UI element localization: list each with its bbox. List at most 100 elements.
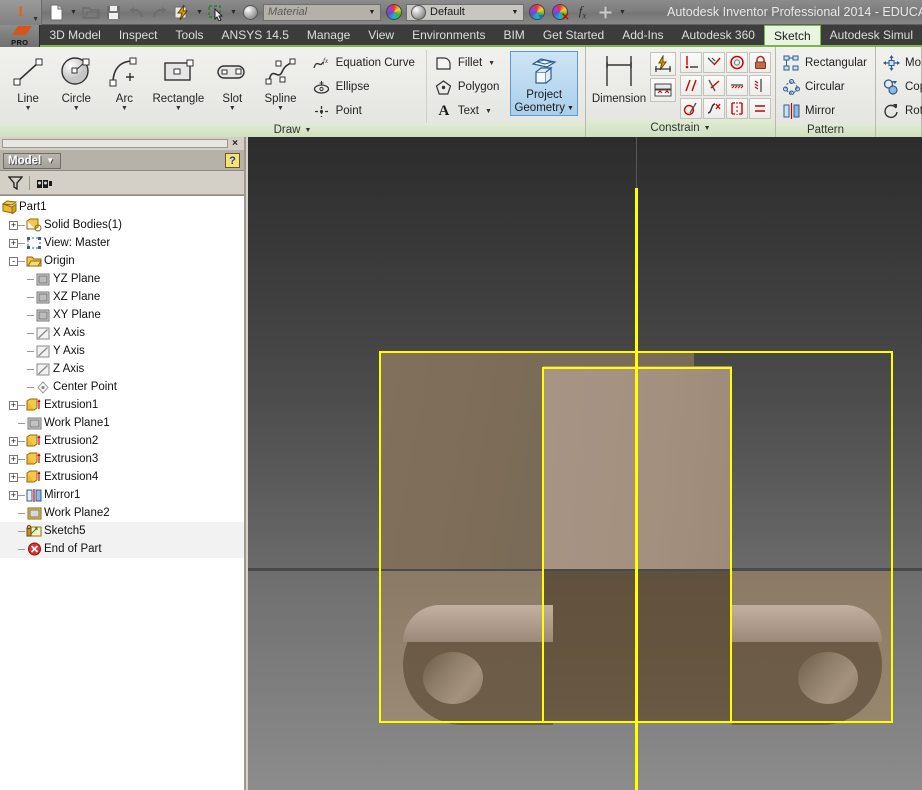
open-icon[interactable] bbox=[80, 2, 101, 23]
material-combo[interactable]: Material ▼ bbox=[263, 3, 381, 21]
tree-item-z-axis[interactable]: Z Axis bbox=[0, 360, 244, 378]
arc-button[interactable]: Arc ▼ bbox=[100, 50, 148, 112]
tab-autodesk-simul[interactable]: Autodesk Simul bbox=[821, 25, 922, 45]
tree-item-view-master[interactable]: + View: Master bbox=[0, 234, 244, 252]
tree-item-part1[interactable]: Part1 bbox=[0, 198, 244, 216]
spline-dropdown-icon[interactable]: ▼ bbox=[277, 105, 284, 112]
tree-expander-icon[interactable]: + bbox=[9, 400, 18, 410]
coincident-constraint-icon[interactable] bbox=[680, 52, 702, 73]
concentric-constraint-icon[interactable] bbox=[726, 52, 748, 73]
tab-bim[interactable]: BIM bbox=[494, 25, 533, 45]
tree-item-xz-plane[interactable]: XZ Plane bbox=[0, 288, 244, 306]
tree-item-yz-plane[interactable]: YZ Plane bbox=[0, 270, 244, 288]
equation-curve-button[interactable]: fx Equation Curve bbox=[311, 51, 420, 75]
fillet-button[interactable]: Fillet ▼ bbox=[433, 51, 505, 75]
equal-constraint-icon[interactable] bbox=[749, 98, 771, 119]
tree-item-center-point[interactable]: Center Point bbox=[0, 378, 244, 396]
tab-environments[interactable]: Environments bbox=[403, 25, 494, 45]
undo-icon[interactable] bbox=[126, 2, 147, 23]
vertical-constraint-icon[interactable] bbox=[749, 75, 771, 96]
text-dropdown-icon[interactable]: ▼ bbox=[485, 108, 492, 115]
update-icon[interactable] bbox=[172, 2, 193, 23]
fx-icon[interactable]: fx bbox=[572, 2, 593, 23]
fix-constraint-icon[interactable] bbox=[749, 52, 771, 73]
tree-item-solid-bodies-1[interactable]: + Solid Bodies(1) bbox=[0, 216, 244, 234]
chevron-down-icon[interactable]: ▼ bbox=[508, 6, 522, 19]
slot-button[interactable]: Slot ▼ bbox=[208, 50, 256, 112]
tree-item-extrusion2[interactable]: + Extrusion2 bbox=[0, 432, 244, 450]
select-dropdown-icon[interactable]: ▼ bbox=[229, 9, 238, 16]
move-button[interactable]: Mo bbox=[880, 51, 922, 75]
tree-expander-icon[interactable]: - bbox=[9, 256, 18, 266]
tab-3d-model[interactable]: 3D Model bbox=[40, 25, 109, 45]
help-icon[interactable]: ? bbox=[225, 153, 240, 168]
application-menu-button[interactable]: I ▼ bbox=[0, 0, 42, 25]
chevron-down-icon[interactable]: ▼ bbox=[304, 127, 311, 134]
tree-item-origin[interactable]: - Origin bbox=[0, 252, 244, 270]
rectangle-button[interactable]: Rectangle ▼ bbox=[149, 50, 209, 112]
polygon-button[interactable]: Polygon bbox=[433, 75, 505, 99]
slot-dropdown-icon[interactable]: ▼ bbox=[229, 105, 236, 112]
copy-button[interactable]: Cop bbox=[880, 75, 922, 99]
rectangular-pattern-button[interactable]: Rectangular bbox=[780, 51, 872, 75]
tab-view[interactable]: View bbox=[359, 25, 403, 45]
select-icon[interactable] bbox=[206, 2, 227, 23]
ellipse-button[interactable]: Ellipse bbox=[311, 75, 420, 99]
chevron-down-icon[interactable]: ▼ bbox=[618, 9, 627, 16]
close-icon[interactable]: × bbox=[228, 138, 242, 149]
tree-item-extrusion3[interactable]: + Extrusion3 bbox=[0, 450, 244, 468]
project-geometry-dropdown-icon[interactable]: ▼ bbox=[567, 102, 574, 115]
show-constraints-icon[interactable] bbox=[650, 78, 676, 102]
tangent-constraint-icon[interactable] bbox=[680, 98, 702, 119]
chevron-down-icon[interactable]: ▼ bbox=[46, 156, 54, 165]
collinear-constraint-icon[interactable] bbox=[703, 52, 725, 73]
new-icon[interactable] bbox=[46, 2, 67, 23]
circular-pattern-button[interactable]: Circular bbox=[780, 75, 872, 99]
tree-expander-icon[interactable]: + bbox=[9, 436, 18, 446]
filter-icon[interactable] bbox=[8, 175, 23, 190]
tab-sketch[interactable]: Sketch bbox=[763, 25, 821, 45]
tab-ansys-14-5[interactable]: ANSYS 14.5 bbox=[213, 25, 298, 45]
tree-item-extrusion4[interactable]: + Extrusion4 bbox=[0, 468, 244, 486]
rectangle-dropdown-icon[interactable]: ▼ bbox=[175, 105, 182, 112]
horizontal-constraint-icon[interactable] bbox=[726, 75, 748, 96]
mirror-button[interactable]: Mirror bbox=[780, 99, 872, 123]
chevron-down-icon[interactable]: ▼ bbox=[365, 6, 379, 19]
tab-manage[interactable]: Manage bbox=[298, 25, 359, 45]
sketch-centerline-vertical[interactable] bbox=[635, 188, 638, 790]
spline-button[interactable]: Spline ▼ bbox=[256, 50, 304, 112]
tree-expander-icon[interactable]: + bbox=[9, 490, 18, 500]
arc-dropdown-icon[interactable]: ▼ bbox=[121, 105, 128, 112]
parallel-constraint-icon[interactable] bbox=[680, 75, 702, 96]
update-dropdown-icon[interactable]: ▼ bbox=[195, 9, 204, 16]
graphics-viewport[interactable] bbox=[248, 137, 922, 790]
model-dropdown-button[interactable]: Model ▼ bbox=[3, 152, 62, 169]
auto-dimension-icon[interactable] bbox=[650, 52, 676, 76]
tab-tools[interactable]: Tools bbox=[167, 25, 213, 45]
text-button[interactable]: A Text ▼ bbox=[433, 99, 505, 123]
tree-item-x-axis[interactable]: X Axis bbox=[0, 324, 244, 342]
tree-item-end-of-part[interactable]: End of Part bbox=[0, 540, 244, 558]
tab-inspect[interactable]: Inspect bbox=[110, 25, 167, 45]
save-icon[interactable] bbox=[103, 2, 124, 23]
tab-get-started[interactable]: Get Started bbox=[534, 25, 613, 45]
symmetric-constraint-icon[interactable] bbox=[726, 98, 748, 119]
tab-add-ins[interactable]: Add-Ins bbox=[613, 25, 672, 45]
appearance-wheel-icon[interactable] bbox=[383, 2, 404, 23]
perpendicular-constraint-icon[interactable] bbox=[703, 75, 725, 96]
tree-expander-icon[interactable]: + bbox=[9, 454, 18, 464]
chevron-down-icon[interactable]: ▼ bbox=[704, 125, 711, 132]
tab-autodesk-360[interactable]: Autodesk 360 bbox=[673, 25, 764, 45]
appearance-combo[interactable]: Default ▼ bbox=[406, 3, 524, 21]
browser-scrollbar[interactable]: × bbox=[0, 137, 244, 151]
tree-item-work-plane1[interactable]: Work Plane1 bbox=[0, 414, 244, 432]
smooth-constraint-icon[interactable] bbox=[703, 98, 725, 119]
appearance-sphere-icon[interactable] bbox=[240, 2, 261, 23]
point-button[interactable]: Point bbox=[311, 99, 420, 123]
find-icon[interactable] bbox=[36, 176, 53, 190]
redo-icon[interactable] bbox=[149, 2, 170, 23]
rotate-button[interactable]: Rot bbox=[880, 99, 922, 123]
tree-expander-icon[interactable]: + bbox=[9, 220, 18, 230]
dimension-button[interactable]: Dimension bbox=[590, 50, 648, 105]
tree-item-y-axis[interactable]: Y Axis bbox=[0, 342, 244, 360]
